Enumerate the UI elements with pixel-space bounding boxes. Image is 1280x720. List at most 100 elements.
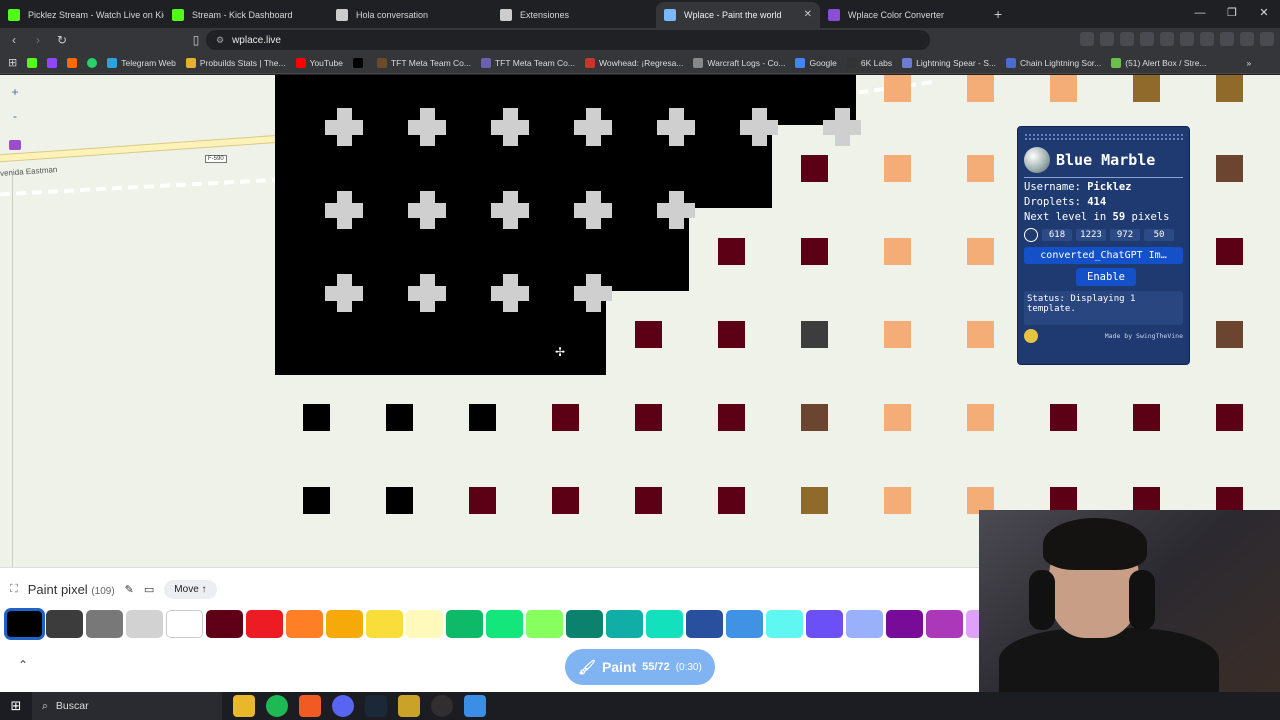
screen-icon[interactable]: ▭	[144, 583, 154, 596]
minimize-icon[interactable]: —	[1184, 0, 1216, 28]
bookmark-kick[interactable]	[27, 57, 38, 68]
tab-3[interactable]: Extensiones	[492, 2, 656, 28]
extension-icon[interactable]	[1180, 32, 1194, 46]
extension-icon[interactable]	[1160, 32, 1174, 46]
restore-icon[interactable]: ❐	[1216, 0, 1248, 28]
color-swatch[interactable]	[726, 610, 763, 638]
bookmark-orange[interactable]	[67, 57, 78, 68]
tab-5[interactable]: Wplace Color Converter	[820, 2, 984, 28]
forward-icon[interactable]: ›	[28, 33, 48, 47]
discord-icon[interactable]	[332, 695, 354, 717]
download-icon[interactable]	[1220, 32, 1234, 46]
color-swatch[interactable]	[126, 610, 163, 638]
bookmark-item[interactable]: Telegram Web	[107, 57, 176, 68]
color-swatch[interactable]	[646, 610, 683, 638]
extension-icon[interactable]	[1120, 32, 1134, 46]
color-swatch[interactable]	[886, 610, 923, 638]
color-swatch[interactable]	[926, 610, 963, 638]
zoom-out-icon[interactable]: -	[6, 107, 24, 125]
drag-handle[interactable]	[1024, 133, 1183, 141]
bookmark-whatsapp[interactable]	[87, 57, 98, 68]
color-swatch[interactable]	[566, 610, 603, 638]
paint-app-icon[interactable]	[464, 695, 486, 717]
location-pin-icon[interactable]	[1024, 228, 1038, 242]
color-swatch[interactable]	[446, 610, 483, 638]
bookmark-item[interactable]: Warcraft Logs - Co...	[693, 57, 785, 68]
color-swatch[interactable]	[606, 610, 643, 638]
color-swatch[interactable]	[486, 610, 523, 638]
address-bar[interactable]: ⚙ wplace.live	[206, 30, 930, 50]
apps-icon[interactable]: ⊞	[8, 56, 17, 69]
bookmark-item[interactable]: YouTube	[295, 57, 343, 68]
bookmark-item[interactable]: TFT Meta Team Co...	[376, 57, 471, 68]
file-explorer-icon[interactable]	[233, 695, 255, 717]
back-icon[interactable]: ‹	[4, 33, 24, 47]
color-swatch[interactable]	[246, 610, 283, 638]
taskbar-search[interactable]: ⌕ Buscar	[32, 692, 222, 720]
color-swatch[interactable]	[4, 608, 45, 640]
bookmark-icon[interactable]: ▯	[186, 33, 206, 47]
close-window-icon[interactable]: ✕	[1248, 0, 1280, 28]
template-file-button[interactable]: converted_ChatGPT Im…	[1024, 247, 1183, 264]
sidebar-icon[interactable]	[1240, 32, 1254, 46]
bookmark-label: TFT Meta Team Co...	[390, 57, 471, 68]
bookmark-item[interactable]: 6K Labs	[846, 57, 892, 68]
tab-4[interactable]: Wplace - Paint the world ✕	[656, 2, 820, 28]
bookmark-item[interactable]: Wowhead: ¡Regresa...	[584, 57, 683, 68]
extension-icon[interactable]	[1080, 32, 1094, 46]
zoom-in-icon[interactable]: +	[6, 83, 24, 101]
tab-1[interactable]: Stream - Kick Dashboard	[164, 2, 328, 28]
brave-icon[interactable]	[299, 695, 321, 717]
color-swatch[interactable]	[686, 610, 723, 638]
reload-icon[interactable]: ↻	[52, 33, 72, 47]
new-tab-button[interactable]: +	[994, 6, 1002, 22]
steam-icon[interactable]	[365, 695, 387, 717]
close-tab-icon[interactable]: ✕	[804, 9, 812, 20]
color-swatch[interactable]	[766, 610, 803, 638]
tab-2[interactable]: Hola conversation	[328, 2, 492, 28]
expand-icon[interactable]: ⛶	[10, 583, 18, 596]
color-swatch[interactable]	[526, 610, 563, 638]
bookmark-item[interactable]: Chain Lightning Sor...	[1005, 57, 1101, 68]
color-swatch[interactable]	[46, 610, 83, 638]
color-swatch[interactable]	[286, 610, 323, 638]
color-swatch[interactable]	[206, 610, 243, 638]
site-info-icon[interactable]: ⚙	[216, 35, 224, 46]
color-swatch[interactable]	[806, 610, 843, 638]
map-pixel	[884, 321, 911, 348]
coord-input-tile-y[interactable]: 1223	[1076, 229, 1106, 241]
coord-input-tile-x[interactable]: 618	[1042, 229, 1072, 241]
bookmark-twitch[interactable]	[47, 57, 58, 68]
obs-icon[interactable]	[431, 695, 453, 717]
app-icon[interactable]	[398, 695, 420, 717]
more-bookmarks-icon[interactable]: »	[1247, 58, 1252, 68]
color-swatch[interactable]	[406, 610, 443, 638]
color-swatch[interactable]	[366, 610, 403, 638]
move-button[interactable]: Move ↑	[164, 580, 217, 599]
bookmark-item[interactable]: Probuilds Stats | The...	[185, 57, 286, 68]
paint-button[interactable]: 🖌 Paint 55/72 (0:30)	[565, 649, 715, 685]
extension-icon[interactable]	[1200, 32, 1214, 46]
color-swatch[interactable]	[86, 610, 123, 638]
bookmark-item[interactable]: TFT Meta Team Co...	[480, 57, 575, 68]
coord-input-pixel-x[interactable]: 972	[1110, 229, 1140, 241]
bookmark-item[interactable]: (51) Alert Box / Stre...	[1111, 57, 1207, 68]
color-filter-icon[interactable]	[1024, 329, 1038, 343]
tab-0[interactable]: Picklez Stream - Watch Live on Kick	[0, 2, 164, 28]
coord-input-pixel-y[interactable]: 50	[1144, 229, 1174, 241]
color-swatch[interactable]	[166, 610, 203, 638]
color-swatch[interactable]	[326, 610, 363, 638]
bookmark-item[interactable]: Google	[795, 57, 837, 68]
spotify-icon[interactable]	[266, 695, 288, 717]
start-icon[interactable]: ⊞	[0, 698, 32, 714]
pencil-icon[interactable]: ✎	[125, 583, 134, 596]
chevron-expand-icon[interactable]: ⌃	[18, 658, 28, 672]
extension-icon[interactable]	[1140, 32, 1154, 46]
bookmark-item[interactable]	[352, 57, 367, 68]
menu-icon[interactable]	[1260, 32, 1274, 46]
enable-button[interactable]: Enable	[1076, 268, 1136, 286]
extension-icon[interactable]	[1100, 32, 1114, 46]
twitch-icon[interactable]	[9, 140, 21, 150]
color-swatch[interactable]	[846, 610, 883, 638]
bookmark-item[interactable]: Lightning Spear - S...	[902, 57, 996, 68]
